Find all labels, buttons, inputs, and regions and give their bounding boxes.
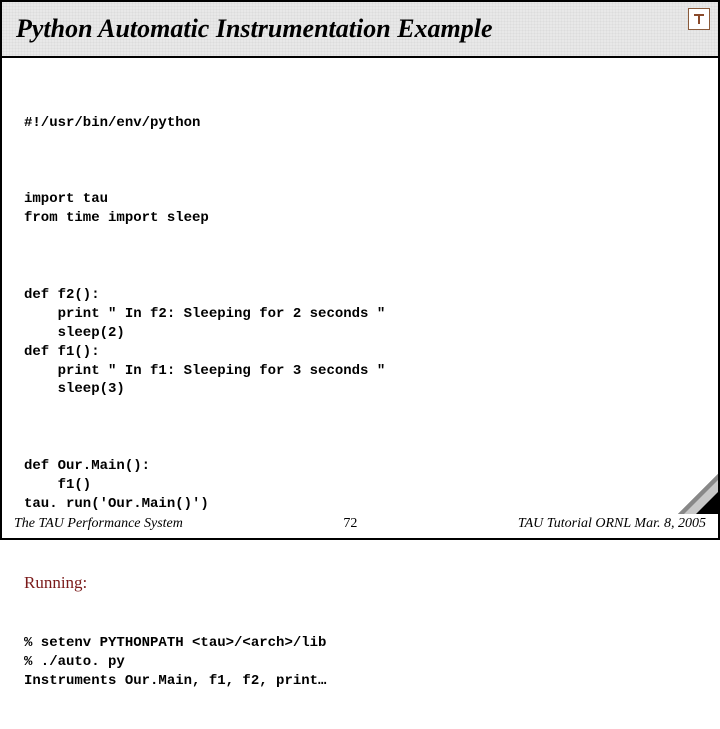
code-defs: def f2(): print " In f2: Sleeping for 2 …: [24, 286, 696, 399]
page-curl-icon: [678, 474, 718, 514]
footer-left: The TAU Performance System: [14, 516, 183, 532]
code-main: def Our.Main(): f1() tau. run('Our.Main(…: [24, 457, 696, 514]
slide-title: Python Automatic Instrumentation Example: [16, 14, 493, 44]
slide: Python Automatic Instrumentation Example…: [0, 0, 720, 540]
title-bar: Python Automatic Instrumentation Example: [2, 2, 718, 58]
footer-right: TAU Tutorial ORNL Mar. 8, 2005: [518, 516, 706, 532]
code-content: #!/usr/bin/env/python import tau from ti…: [2, 58, 718, 729]
running-commands: % setenv PYTHONPATH <tau>/<arch>/lib % .…: [24, 634, 696, 691]
tau-logo-icon: [688, 8, 710, 30]
code-shebang: #!/usr/bin/env/python: [24, 114, 696, 133]
code-imports: import tau from time import sleep: [24, 190, 696, 228]
running-label: Running:: [24, 572, 696, 595]
page-number: 72: [343, 516, 357, 532]
footer: The TAU Performance System 72 TAU Tutori…: [2, 516, 718, 532]
